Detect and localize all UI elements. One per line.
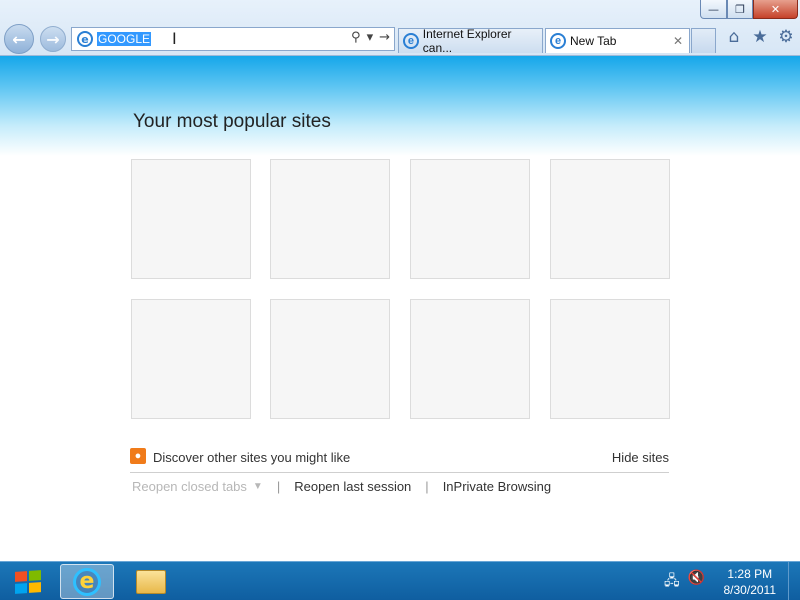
- discover-link[interactable]: Discover other sites you might like: [153, 450, 350, 465]
- windows-logo-icon: [15, 569, 41, 594]
- clock-time: 1:28 PM: [727, 567, 773, 581]
- site-tile[interactable]: [131, 299, 251, 419]
- tab-ie-cannot-display[interactable]: e Internet Explorer can...: [398, 27, 543, 55]
- address-tools: ⚲ ▾ →: [351, 30, 390, 45]
- clock[interactable]: 1:28 PM 8/30/2011: [724, 566, 777, 598]
- suggested-sites-icon: ●: [130, 448, 146, 464]
- divider: |: [276, 479, 281, 494]
- address-input[interactable]: GOOGLE: [97, 32, 152, 46]
- clock-date: 8/30/2011: [723, 583, 777, 597]
- new-tab-page: Your most popular sites ● Discover other…: [0, 56, 800, 561]
- tab-close-icon[interactable]: ✕: [673, 34, 683, 48]
- discover-row: ● Discover other sites you might like Hi…: [130, 448, 669, 473]
- internet-explorer-icon: e: [73, 567, 101, 596]
- session-links: Reopen closed tabs ▼ | Reopen last sessi…: [132, 479, 551, 494]
- site-tile[interactable]: [550, 159, 670, 279]
- new-tab-button[interactable]: [691, 28, 716, 53]
- site-tile[interactable]: [410, 159, 530, 279]
- forward-arrow-icon: →: [46, 29, 60, 49]
- site-tile[interactable]: [270, 299, 390, 419]
- restore-button[interactable]: ❐: [727, 0, 753, 19]
- site-tile[interactable]: [131, 159, 251, 279]
- close-window-button[interactable]: ✕: [753, 0, 798, 19]
- folder-icon: [136, 569, 166, 594]
- volume-muted-icon[interactable]: 🔇: [688, 570, 705, 594]
- system-tray: 🖧 🔇: [664, 570, 705, 594]
- minimize-button[interactable]: —: [700, 0, 727, 19]
- start-button[interactable]: [0, 562, 56, 600]
- close-icon: ✕: [770, 2, 781, 16]
- restore-icon: ❐: [735, 2, 745, 16]
- back-arrow-icon: ←: [12, 29, 26, 49]
- ie-page-icon: e: [77, 31, 93, 47]
- network-icon[interactable]: 🖧: [664, 570, 680, 594]
- show-desktop-button[interactable]: [788, 562, 800, 600]
- taskbar-internet-explorer[interactable]: e: [60, 564, 114, 599]
- chevron-down-icon: ▼: [252, 481, 263, 492]
- dropdown-icon[interactable]: ▾: [367, 30, 374, 45]
- text-cursor: I: [172, 29, 177, 48]
- search-icon[interactable]: ⚲: [351, 30, 361, 45]
- back-button[interactable]: ←: [4, 24, 34, 54]
- browser-titlebar: — ❐ ✕ ← → e GOOGLE I ⚲ ▾ → e Internet Ex…: [0, 0, 800, 56]
- divider: |: [425, 479, 429, 494]
- inprivate-browsing-link[interactable]: InPrivate Browsing: [443, 479, 551, 494]
- site-tile[interactable]: [550, 299, 670, 419]
- go-arrow-icon[interactable]: →: [379, 30, 390, 45]
- tab-new-tab[interactable]: e New Tab ✕: [545, 28, 690, 53]
- reopen-last-session-link[interactable]: Reopen last session: [294, 479, 411, 494]
- site-tile[interactable]: [410, 299, 530, 419]
- site-tile[interactable]: [270, 159, 390, 279]
- forward-button[interactable]: →: [40, 26, 66, 52]
- favorites-star-icon[interactable]: ★: [750, 27, 770, 47]
- ie-tab-icon: e: [550, 33, 566, 49]
- ie-tab-icon: e: [403, 33, 419, 49]
- hide-sites-link[interactable]: Hide sites: [612, 450, 669, 465]
- tools-gear-icon[interactable]: ⚙: [776, 27, 796, 47]
- tab-label: Internet Explorer can...: [422, 27, 512, 55]
- command-icons: ⌂ ★ ⚙: [724, 27, 796, 47]
- address-bar[interactable]: e GOOGLE I ⚲ ▾ →: [71, 27, 395, 51]
- reopen-closed-tabs-link[interactable]: Reopen closed tabs: [132, 479, 247, 494]
- tab-label: New Tab: [570, 34, 617, 48]
- minimize-icon: —: [708, 2, 719, 16]
- home-icon[interactable]: ⌂: [724, 27, 744, 47]
- taskbar: e 🖧 🔇 1:28 PM 8/30/2011: [0, 561, 800, 600]
- page-title: Your most popular sites: [133, 111, 331, 132]
- taskbar-windows-explorer[interactable]: [124, 564, 178, 599]
